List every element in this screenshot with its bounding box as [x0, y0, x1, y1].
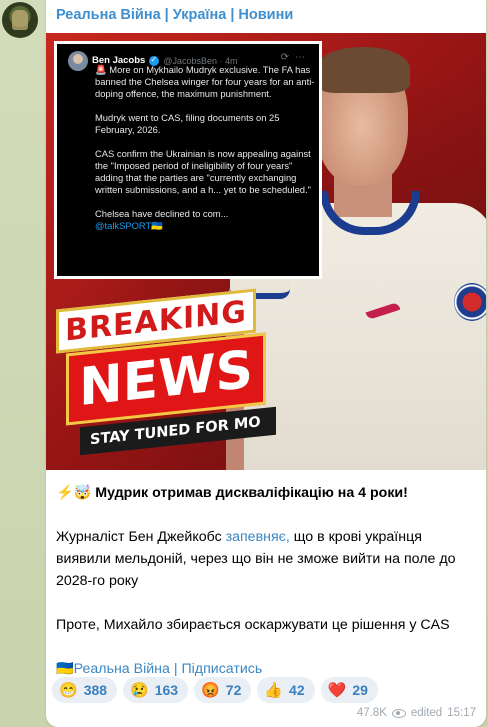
- reaction-cry[interactable]: 😢 163: [123, 677, 189, 703]
- club-crest: [454, 283, 486, 321]
- message-time: 15:17: [447, 707, 476, 719]
- message-paragraph-2: Проте, Михайло збирається оскаржувати це…: [56, 617, 450, 633]
- tweet-paragraph: CAS confirm the Ukrainian is now appeali…: [95, 148, 311, 195]
- headline-text: Мудрик отримав дискваліфікацію на 4 роки…: [95, 485, 408, 501]
- message-photo[interactable]: Ben Jacobs @JacobsBen · 4m ⟳⋯ 🚨 More on …: [46, 33, 486, 470]
- channel-title[interactable]: Реальна Війна | Україна | Новини: [56, 7, 293, 23]
- heart-emoji-icon: ❤️: [327, 681, 347, 699]
- reaction-grin[interactable]: 😁 388: [52, 677, 118, 703]
- breaking-news-graphic: BREAKING NEWS STAY TUNED FOR MO: [56, 288, 276, 459]
- tweet-screenshot: Ben Jacobs @JacobsBen · 4m ⟳⋯ 🚨 More on …: [54, 41, 322, 279]
- reactions-bar: 😁 388 😢 163 😡 72 👍 42 ❤️ 29: [52, 677, 378, 703]
- reaction-count: 42: [289, 682, 305, 698]
- player-hair: [316, 47, 410, 93]
- angry-emoji-icon: 😡: [201, 681, 220, 699]
- reaction-count: 388: [83, 682, 108, 698]
- message-meta: 47.8K edited 15:17: [357, 707, 476, 719]
- eye-icon: [391, 708, 406, 718]
- reaction-count: 29: [352, 682, 368, 698]
- reaction-count: 163: [154, 682, 179, 698]
- tweet-body: 🚨 More on Mykhailo Mudryk exclusive. The…: [95, 64, 319, 244]
- source-link[interactable]: запевняє,: [226, 529, 290, 545]
- channel-avatar[interactable]: [2, 2, 38, 38]
- tweet-paragraph: Chelsea have declined to com...: [95, 208, 229, 219]
- edited-label: edited: [410, 707, 443, 719]
- paragraph-text: Журналіст Бен Джейкобс: [56, 529, 226, 545]
- reaction-heart[interactable]: ❤️ 29: [320, 677, 378, 703]
- tweet-paragraph: Mudryk went to CAS, filing documents on …: [95, 112, 280, 135]
- tweet-action-icons: ⟳⋯: [280, 52, 311, 63]
- headline-emoji: ⚡🤯: [56, 485, 92, 501]
- message-headline: ⚡🤯 Мудрик отримав дискваліфікацію на 4 р…: [56, 482, 476, 504]
- message-paragraph-1: Журналіст Бен Джейкобс запевняє, що в кр…: [56, 526, 476, 592]
- message-text: ⚡🤯 Мудрик отримав дискваліфікацію на 4 р…: [56, 482, 476, 680]
- tweet-paragraph: 🚨 More on Mykhailo Mudryk exclusive. The…: [95, 64, 315, 99]
- tweet-avatar: [68, 51, 88, 71]
- reaction-count: 72: [225, 682, 242, 698]
- reaction-angry[interactable]: 😡 72: [194, 677, 252, 703]
- grin-emoji-icon: 😁: [59, 681, 78, 699]
- view-count: 47.8K: [356, 707, 387, 719]
- thumbs-up-emoji-icon: 👍: [264, 681, 284, 699]
- message-bubble: Реальна Війна | Україна | Новини Ben Jac…: [46, 0, 486, 727]
- cry-emoji-icon: 😢: [130, 681, 149, 699]
- tweet-mention: @talkSPORT🇺🇦: [95, 220, 163, 231]
- reaction-thumbs-up[interactable]: 👍 42: [257, 677, 315, 703]
